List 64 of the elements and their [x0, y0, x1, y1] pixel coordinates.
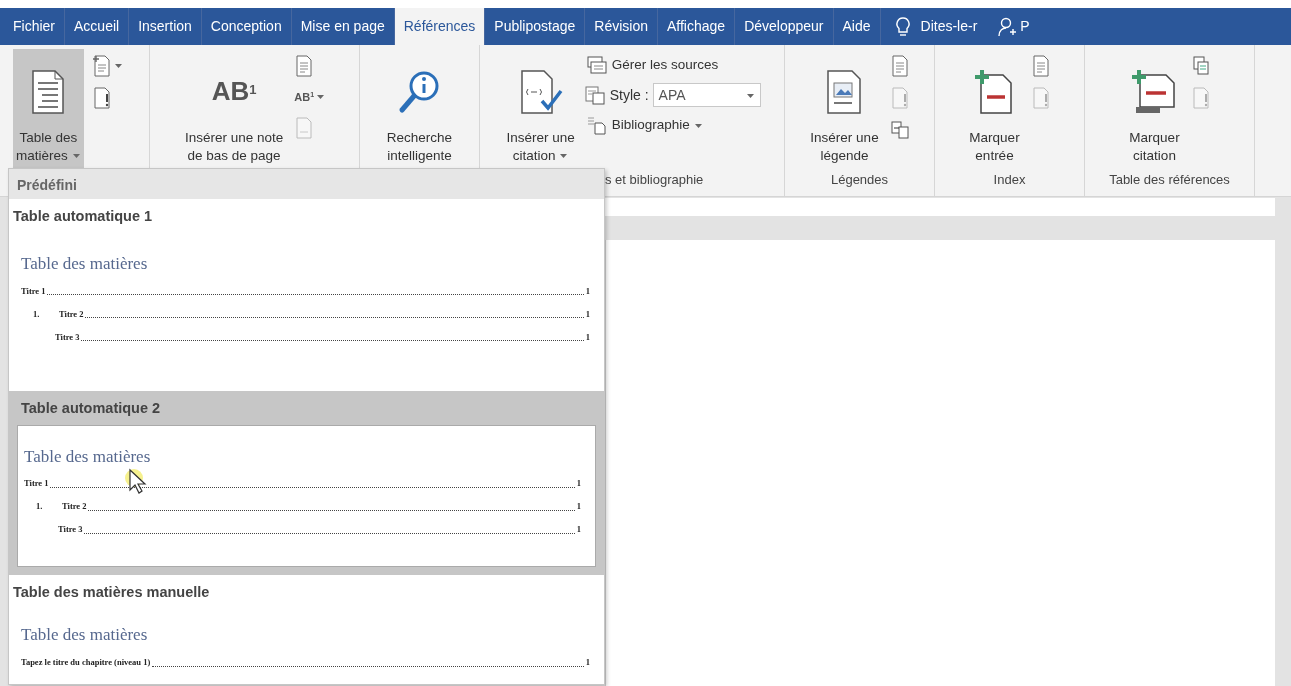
group-label: Index — [993, 172, 1026, 187]
document-icon — [294, 117, 315, 140]
stacked-pages-icon — [1190, 55, 1211, 77]
ribbon-button[interactable]: Insérer une légende — [807, 49, 882, 169]
toc-entry-text: Titre 1 — [24, 477, 49, 490]
ribbon-button[interactable]: Marquer citation — [1126, 49, 1183, 169]
gallery-item[interactable]: Table des matières manuelle Table des matières Tapez le titre du chapitre (niveau 1) 1 — [9, 574, 604, 684]
toc-entry-text: Titre 2 — [59, 307, 84, 321]
style-icon — [583, 85, 606, 106]
ribbon-button[interactable]: Marquer entrée — [966, 49, 1023, 169]
page-alert-icon — [889, 87, 910, 109]
picture-page-icon — [826, 68, 863, 115]
toc-page-number: 1 — [585, 330, 590, 344]
toc-page-number: 1 — [585, 284, 590, 298]
toc-entry-text: Tapez le titre du chapitre (niveau 1) — [21, 656, 151, 669]
gallery-item-title: Table automatique 1 — [12, 207, 154, 226]
table-of-contents-icon — [31, 68, 66, 115]
page-plus-icon — [91, 55, 112, 77]
ribbon-command[interactable]: Gérer les sources — [583, 53, 761, 78]
document-lines-icon — [1030, 55, 1051, 77]
menu-section-header: Prédéfini — [9, 169, 604, 199]
toc-page-number: 1 — [576, 523, 581, 536]
group-label: s et bibliographie — [605, 172, 704, 187]
gallery-item[interactable]: Table automatique 2 Table des matières Titre 1 1 1. Titre 2 1 Titre 3 1 — [9, 390, 604, 575]
caret-icon — [745, 92, 755, 101]
toc-page-number: 1 — [576, 500, 581, 513]
share-button[interactable]: P — [989, 8, 1039, 45]
toc-page-number: 1 — [576, 477, 581, 490]
gallery-item-title: Table des matières manuelle — [12, 582, 211, 602]
toc-entry-text: Titre 3 — [58, 523, 83, 536]
document-lines-icon — [889, 55, 910, 77]
tell-me-search[interactable]: Dites-le-r — [920, 16, 978, 37]
page-alert-icon — [91, 87, 112, 109]
toc-entry-number: 1. — [36, 500, 44, 513]
small-ribbon-button[interactable]: AB$^{1}$ — [292, 85, 328, 110]
ribbon-button[interactable]: Table des matières — [13, 49, 84, 169]
toc-entry-text: Titre 3 — [55, 330, 80, 344]
page-alert-icon — [1030, 87, 1051, 109]
group-label: Table des références — [1109, 172, 1230, 187]
toc-entry-number: 1. — [33, 307, 41, 321]
style-dropdown[interactable]: APA — [652, 83, 761, 108]
gallery-item[interactable]: Table automatique 1 Table des matières Titre 1 1 1. Titre 2 1 Titre 3 1 — [9, 199, 604, 391]
ribbon-tab[interactable]: Références — [394, 8, 486, 45]
style-label: Style : — [609, 85, 649, 105]
toc-entry-text: Titre 2 — [62, 500, 87, 513]
group-label: Légendes — [830, 172, 889, 187]
preview-heading: Table des matières — [24, 445, 152, 468]
page-alert-icon — [1190, 87, 1211, 109]
gallery-item-title: Table automatique 2 — [20, 398, 162, 418]
ribbon-button[interactable]: AB$^{1}$ Insérer une note de bas de page — [181, 49, 287, 169]
ribbon-command[interactable]: Bibliographie — [583, 113, 761, 138]
toc-page-number: 1 — [585, 307, 590, 321]
preview-heading: Table des matières — [21, 252, 149, 275]
lightbulb-icon — [894, 16, 911, 37]
toc-page-number: 1 — [585, 656, 590, 669]
ribbon-button[interactable]: Insérer une citation — [503, 49, 578, 169]
document-lines-icon — [294, 55, 315, 77]
linked-pages-icon — [889, 119, 910, 141]
toc-entry-text: Titre 1 — [21, 284, 46, 298]
manage-sources-icon — [585, 55, 608, 76]
person-icon — [998, 16, 1017, 37]
bibliography-icon — [585, 115, 608, 136]
preview-heading: Table des matières — [21, 624, 149, 647]
ribbon-button[interactable]: Recherche intelligente — [383, 49, 456, 169]
